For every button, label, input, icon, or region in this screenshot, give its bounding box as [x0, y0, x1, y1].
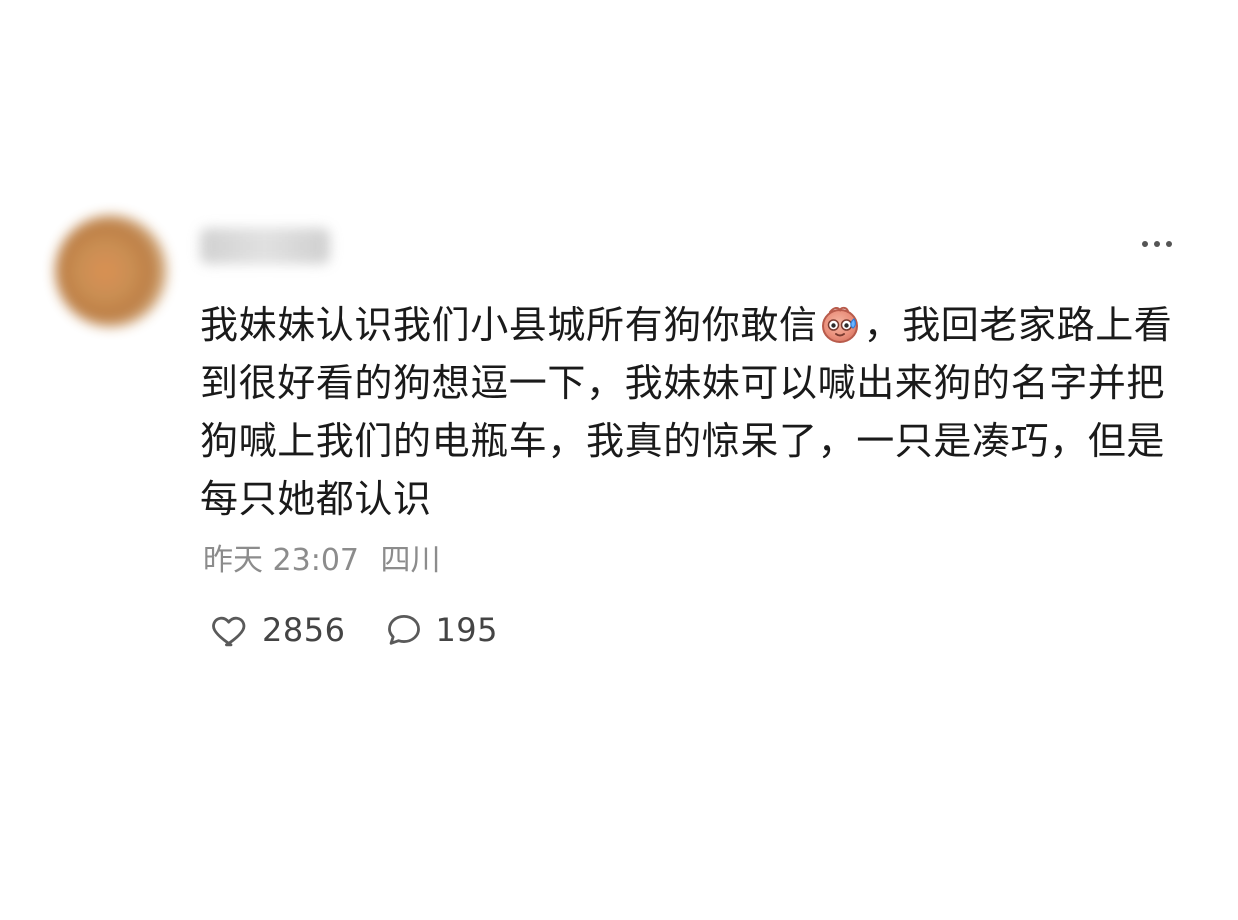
dot-2: [1154, 241, 1160, 247]
comment-count: 195: [435, 611, 499, 649]
post-time: 昨天 23:07: [203, 543, 359, 578]
comment-post: 我妹妹认识我们小县城所有狗你敢信 ，我回老家路上看到很好看的狗想逗一下，我妹妹可…: [0, 0, 1238, 920]
dot-3: [1166, 241, 1172, 247]
action-bar: 2856 195: [210, 606, 498, 654]
more-dots-icon[interactable]: [1133, 230, 1181, 258]
sweat-face-emoji-icon: [818, 302, 862, 346]
comment-button[interactable]: 195: [383, 609, 498, 651]
heart-outline-icon: [210, 609, 252, 651]
avatar[interactable]: [55, 215, 167, 327]
speech-bubble-icon: [383, 609, 425, 651]
post-text-part-1: 我妹妹认识我们小县城所有狗你敢信: [200, 303, 818, 347]
like-button[interactable]: 2856: [210, 609, 345, 651]
username-blurred[interactable]: [200, 228, 330, 264]
like-count: 2856: [262, 611, 346, 649]
post-location: 四川: [380, 543, 441, 578]
post-text: 我妹妹认识我们小县城所有狗你敢信 ，我回老家路上看到很好看的狗想逗一下，我妹妹可…: [200, 296, 1180, 528]
dot-1: [1142, 241, 1148, 247]
post-meta: 昨天 23:07 四川: [203, 541, 441, 581]
